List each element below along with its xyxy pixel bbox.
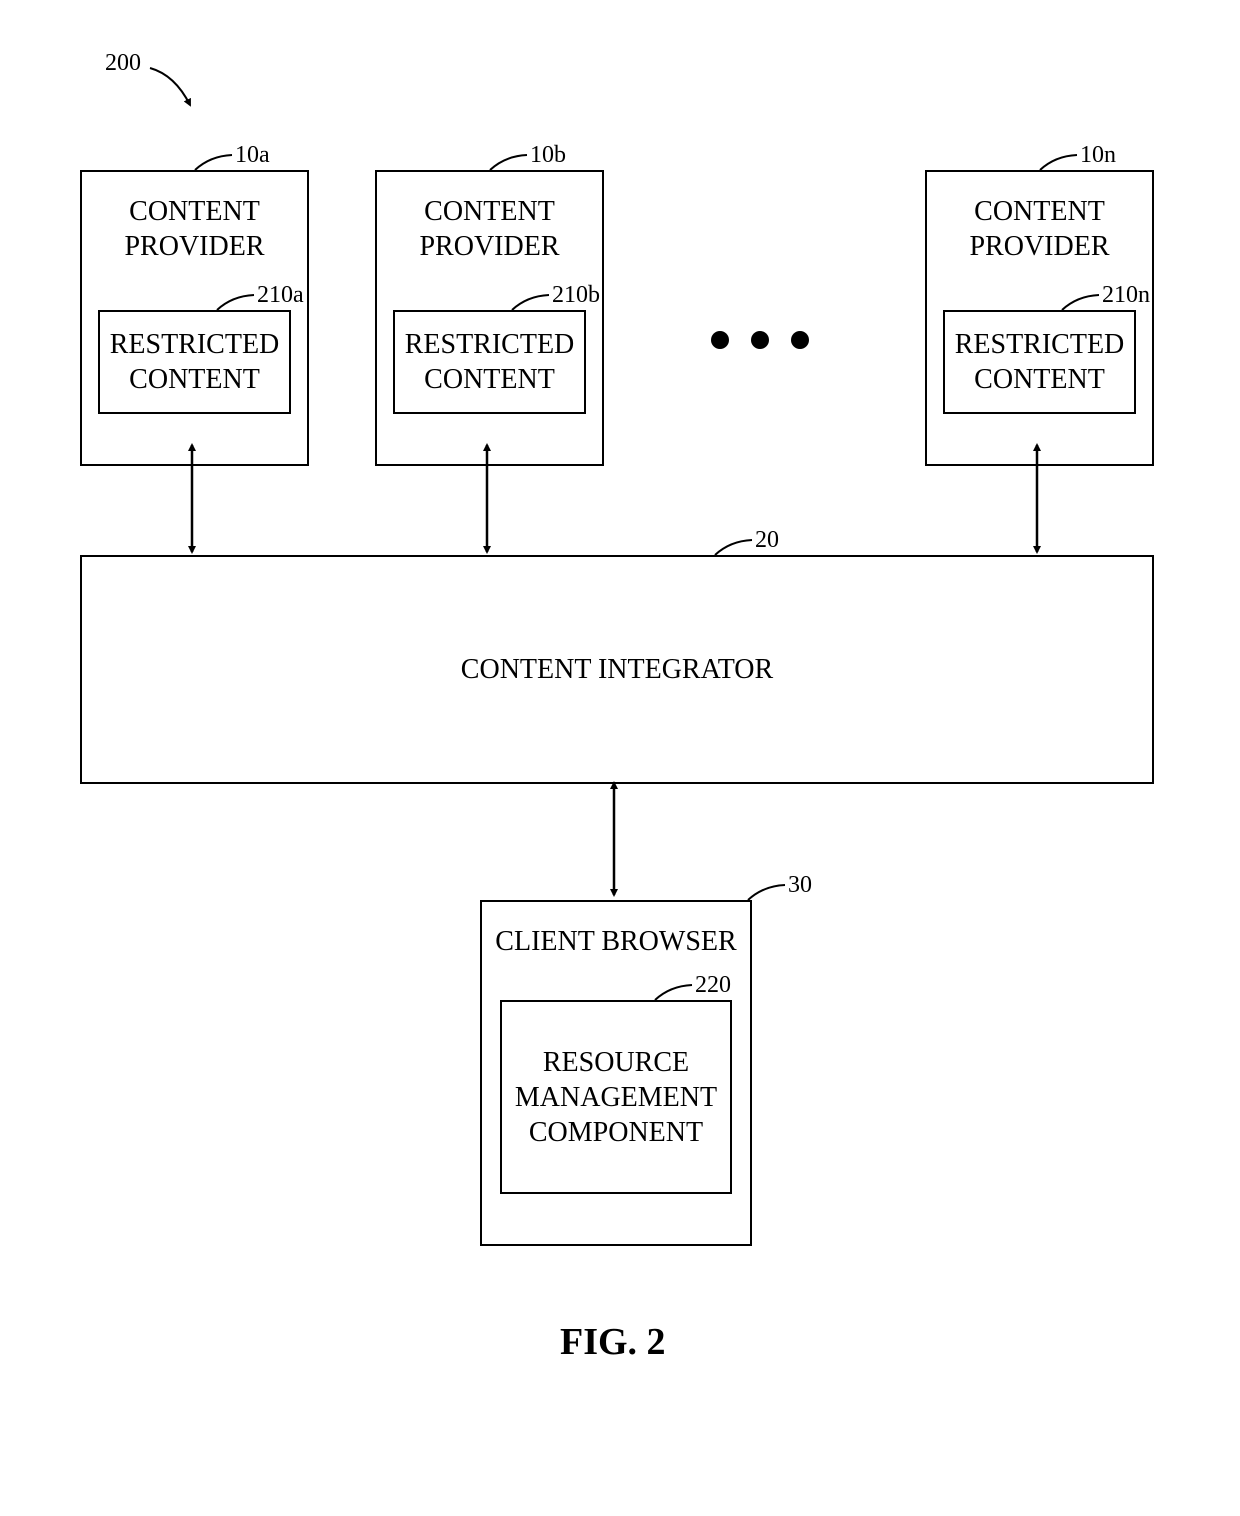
- ref-20: 20: [755, 527, 779, 554]
- content-provider-a-label: CONTENT PROVIDER: [124, 194, 264, 264]
- content-integrator: CONTENT INTEGRATOR: [80, 555, 1154, 784]
- restricted-content-n: RESTRICTED CONTENT: [943, 310, 1136, 414]
- content-integrator-label: CONTENT INTEGRATOR: [461, 652, 773, 687]
- content-provider-n-label: CONTENT PROVIDER: [969, 194, 1109, 264]
- resource-management-component-label: RESOURCE MANAGEMENT COMPONENT: [515, 1045, 717, 1150]
- content-provider-b-label: CONTENT PROVIDER: [419, 194, 559, 264]
- ref-210a: 210a: [257, 282, 304, 309]
- restricted-content-a-label: RESTRICTED CONTENT: [110, 327, 280, 397]
- restricted-content-a: RESTRICTED CONTENT: [98, 310, 291, 414]
- ref-220: 220: [695, 972, 731, 999]
- figure-label: FIG. 2: [560, 1320, 666, 1364]
- ref-30: 30: [788, 872, 812, 899]
- ref-210b: 210b: [552, 282, 600, 309]
- ref-10a: 10a: [235, 142, 270, 169]
- ref-10b: 10b: [530, 142, 566, 169]
- ref-210n: 210n: [1102, 282, 1150, 309]
- restricted-content-b-label: RESTRICTED CONTENT: [405, 327, 575, 397]
- resource-management-component: RESOURCE MANAGEMENT COMPONENT: [500, 1000, 732, 1194]
- restricted-content-n-label: RESTRICTED CONTENT: [955, 327, 1125, 397]
- client-browser-label: CLIENT BROWSER: [495, 924, 736, 959]
- ref-10n: 10n: [1080, 142, 1116, 169]
- restricted-content-b: RESTRICTED CONTENT: [393, 310, 586, 414]
